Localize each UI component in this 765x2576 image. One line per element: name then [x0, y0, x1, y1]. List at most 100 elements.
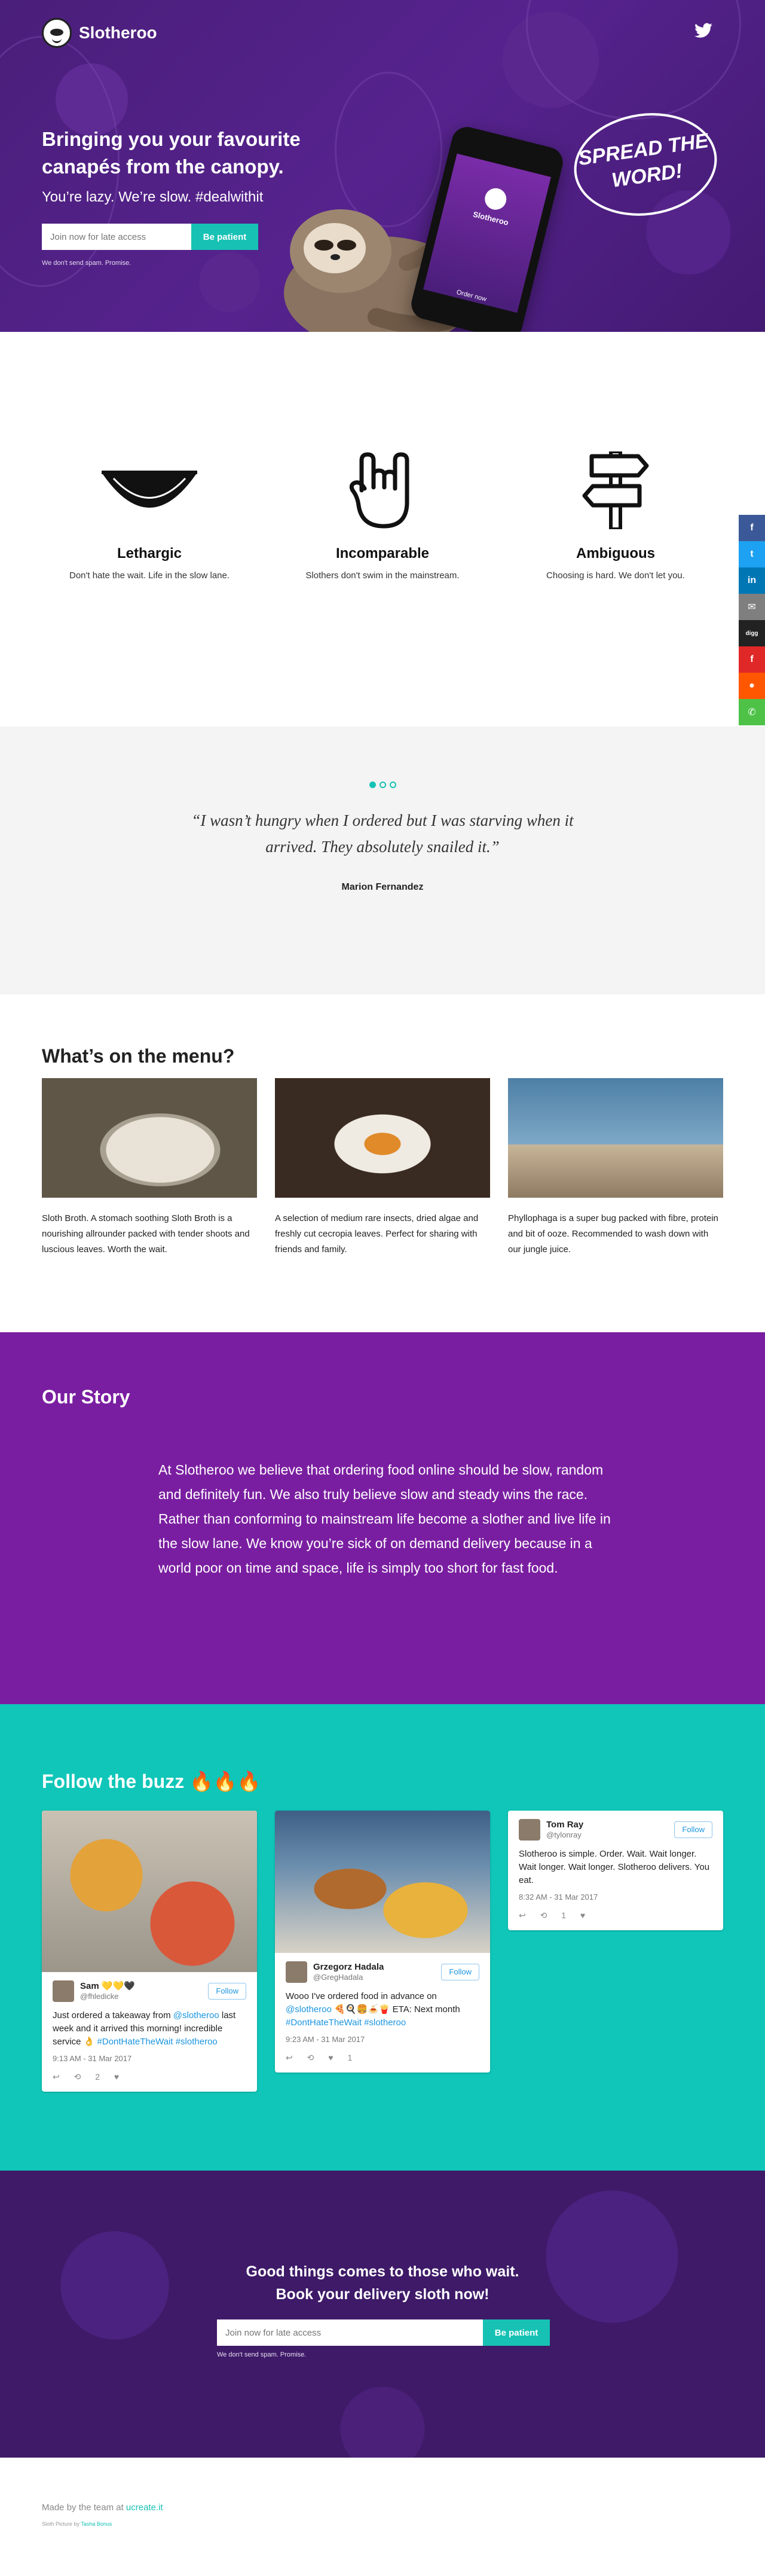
- takeaway-food-image: [42, 1811, 257, 1972]
- tweet-mention-link[interactable]: @slotheroo: [173, 2010, 219, 2020]
- cta-headline-line: Book your delivery sloth now!: [276, 2286, 489, 2303]
- email-input[interactable]: [42, 224, 191, 250]
- menu-item: Sloth Broth. A stomach soothing Sloth Br…: [42, 1078, 257, 1258]
- story-text: At Slotheroo we believe that ordering fo…: [158, 1462, 611, 1576]
- testimonial-section: “I wasn’t hungry when I ordered but I wa…: [0, 727, 765, 994]
- follow-button[interactable]: Follow: [208, 1983, 246, 2000]
- be-patient-button[interactable]: Be patient: [191, 224, 258, 250]
- menu-item-text: A selection of medium rare insects, drie…: [275, 1213, 479, 1255]
- testimonial-author: Marion Fernandez: [341, 882, 424, 892]
- feature-incomparable: Incomparable Slothers don't swim in the …: [293, 451, 472, 581]
- buzz-section: Follow the buzz 🔥🔥🔥 Sam 💛💛🖤 @fhledicke Fo…: [0, 1704, 765, 2171]
- ucreate-link[interactable]: ucreate.it: [126, 2502, 163, 2513]
- feature-ambiguous: Ambiguous Choosing is hard. We don't let…: [526, 450, 705, 581]
- made-by-label: Made by the team at: [42, 2502, 126, 2513]
- menu-item: A selection of medium rare insects, drie…: [275, 1078, 490, 1258]
- hero-tagline: You’re lazy. We’re slow. #dealwithit: [42, 189, 264, 205]
- twitter-icon[interactable]: [694, 23, 712, 38]
- vine-decoration: [526, 0, 741, 120]
- phone-screen: Slotheroo Order now: [423, 153, 551, 313]
- carousel-dot[interactable]: [389, 782, 396, 788]
- menu-item-text: Phyllophaga is a super bug packed with f…: [508, 1213, 718, 1255]
- no-spam-note: We don't send spam. Promise.: [42, 260, 131, 267]
- sloth-logo-icon: [42, 18, 72, 48]
- tweet-author: Sam 💛💛🖤: [80, 1981, 135, 1991]
- testimonial-quote: “I wasn’t hungry when I ordered but I wa…: [191, 811, 574, 856]
- tweet-date: 8:32 AM - 31 Mar 2017: [519, 1893, 598, 1902]
- feature-title: Incomparable: [335, 545, 430, 561]
- footer: Made by the team at ucreate.it Sloth Pic…: [0, 2458, 765, 2576]
- tweet: Sam 💛💛🖤 @fhledicke Follow Just ordered a …: [42, 1972, 257, 2092]
- tweet-card: Grzegorz Hadala @GregHadala Follow Wooo I…: [275, 1811, 490, 2073]
- tweet-mention-link[interactable]: @slotheroo: [286, 2004, 332, 2015]
- tweet-body: 🍕🍳🍔🍝🍟 ETA: Next month: [331, 2004, 460, 2015]
- spread-the-word-bubble: SPREAD THE WORD!: [567, 104, 724, 225]
- story-title: Our Story: [42, 1386, 130, 1408]
- tweet-handle: @fhledicke: [80, 1992, 119, 2001]
- follow-button[interactable]: Follow: [441, 1964, 479, 1980]
- photographer-link[interactable]: Tasha Bonus: [81, 2521, 112, 2527]
- tweet: Tom Ray @tylonray Follow Slotheroo is sim…: [508, 1811, 723, 1930]
- hero-section: Slotheroo Bringing you your favourite ca…: [0, 0, 765, 332]
- tweet-card: Sam 💛💛🖤 @fhledicke Follow Just ordered a …: [42, 1811, 257, 2092]
- sloth-logo-icon: [482, 185, 509, 212]
- phone-cta: Order now: [455, 288, 488, 303]
- cta-section: Good things comes to those who wait. Book…: [0, 2171, 765, 2458]
- tweet-actions[interactable]: ↩ ⟲ ♥ 1: [286, 2051, 479, 2064]
- no-spam-note: We don't send spam. Promise.: [217, 2351, 307, 2358]
- tweet-date: 9:23 AM - 31 Mar 2017: [286, 2035, 365, 2044]
- carousel-dot[interactable]: [379, 782, 386, 788]
- menu-item-text: Sloth Broth. A stomach soothing Sloth Br…: [42, 1213, 250, 1255]
- insects-dish-image: [275, 1078, 490, 1198]
- tweet-card: Tom Ray @tylonray Follow Slotheroo is sim…: [508, 1811, 723, 1930]
- avatar: [286, 1961, 307, 1983]
- tweet-hashtag-link[interactable]: #DontHateTheWait #slotheroo: [97, 2037, 218, 2047]
- carousel-dot[interactable]: [369, 782, 376, 788]
- tweet-text: Just ordered a takeaway from @slotheroo …: [53, 2009, 246, 2049]
- tweet-date: 9:13 AM - 31 Mar 2017: [53, 2054, 132, 2063]
- tweet-body: Wooo I've ordered food in advance on: [286, 1991, 437, 2001]
- feature-lethargic: Lethargic Don't hate the wait. Life in t…: [60, 451, 239, 581]
- cta-headline: Good things comes to those who wait. Book…: [0, 2260, 765, 2306]
- tweet-text: Wooo I've ordered food in advance on @sl…: [286, 1990, 479, 2029]
- tweet-actions[interactable]: ↩ ⟲ 1 ♥: [519, 1909, 712, 1922]
- cta-headline-line: Good things comes to those who wait.: [246, 2263, 519, 2280]
- feature-text: Choosing is hard. We don't let you.: [546, 570, 685, 581]
- brand-name: Slotheroo: [79, 23, 157, 42]
- avatar: [519, 1819, 540, 1841]
- our-story-section: Our Story At Slotheroo we believe that o…: [0, 1332, 765, 1704]
- email-input[interactable]: [217, 2319, 483, 2346]
- caterpillar-image: [508, 1078, 723, 1198]
- tweet-handle: @tylonray: [546, 1830, 582, 1839]
- feature-title: Ambiguous: [576, 545, 655, 561]
- cta-signup-form: Be patient: [217, 2319, 550, 2346]
- hero-headline: Bringing you your favourite canapés from…: [42, 128, 301, 178]
- tweet-hashtag-link[interactable]: #DontHateTheWait #slotheroo: [286, 2018, 406, 2028]
- feature-text: Don't hate the wait. Life in the slow la…: [69, 570, 230, 581]
- feature-text: Slothers don't swim in the mainstream.: [305, 570, 460, 581]
- follow-button[interactable]: Follow: [674, 1821, 712, 1838]
- tweet-actions[interactable]: ↩ ⟲ 2 ♥: [53, 2070, 246, 2083]
- photo-credit: Sloth Picture by Tasha Bonus: [42, 2521, 112, 2527]
- made-by-text: Made by the team at ucreate.it: [42, 2502, 163, 2513]
- hammock-icon: [102, 471, 197, 508]
- menu-section: What’s on the menu? Sloth Broth. A stoma…: [0, 994, 765, 1332]
- tweet-body: Just ordered a takeaway from: [53, 2010, 171, 2020]
- burger-fries-image: [275, 1811, 490, 1953]
- tweet: Grzegorz Hadala @GregHadala Follow Wooo I…: [275, 1953, 490, 2073]
- be-patient-button[interactable]: Be patient: [483, 2319, 550, 2346]
- sloth-broth-image: [42, 1078, 257, 1198]
- feature-title: Lethargic: [117, 545, 182, 561]
- logo[interactable]: Slotheroo: [42, 18, 157, 48]
- hero-signup-form: Be patient: [42, 224, 258, 250]
- menu-title: What’s on the menu?: [42, 1045, 235, 1067]
- tweet-author: Tom Ray: [546, 1820, 584, 1830]
- tweet-author: Grzegorz Hadala: [313, 1962, 384, 1972]
- carousel-dots: [0, 782, 765, 788]
- photo-credit-label: Sloth Picture by: [42, 2521, 81, 2527]
- tweet-text: Slotheroo is simple. Order. Wait. Wait l…: [519, 1849, 710, 1885]
- avatar: [53, 1980, 74, 2002]
- buzz-title: Follow the buzz 🔥🔥🔥: [42, 1771, 261, 1792]
- menu-item: Phyllophaga is a super bug packed with f…: [508, 1078, 723, 1258]
- tweet-handle: @GregHadala: [313, 1973, 363, 1982]
